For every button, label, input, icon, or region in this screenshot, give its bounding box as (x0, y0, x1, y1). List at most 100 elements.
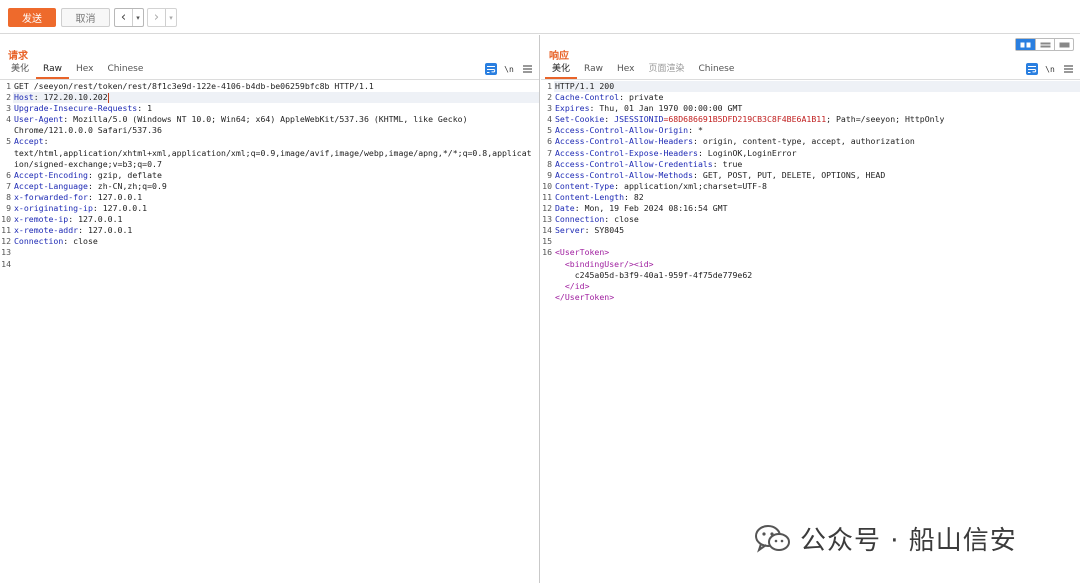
code-line: 3 Upgrade-Insecure-Requests: 1 (0, 103, 539, 114)
tab-pretty[interactable]: 美化 (545, 63, 578, 79)
chevron-right-icon[interactable]: › (148, 9, 165, 26)
wrap-lines-icon[interactable] (1026, 63, 1038, 75)
line-number: 8 (547, 158, 552, 169)
tab-render[interactable]: 页面渲染 (641, 63, 691, 79)
line-content: User-Agent: Mozilla/5.0 (Windows NT 10.0… (13, 114, 539, 125)
menu-icon[interactable] (1062, 63, 1074, 75)
line-content: c245a05d-b3f9-40a1-959f-4f75de779e62 (554, 270, 1080, 281)
code-line: 14 Server: SY8045 (541, 225, 1080, 236)
header-name: Access-Control-Allow-Origin (555, 125, 689, 136)
request-title: 请求 (8, 51, 28, 62)
request-tab-divider (0, 79, 539, 80)
response-panel-icons: \n (1026, 63, 1074, 75)
code-line: 5 Access-Control-Allow-Origin: * (541, 125, 1080, 136)
tab-pretty[interactable]: 美化 (4, 63, 36, 79)
line-number: 10 (542, 180, 552, 191)
code-text: c245a05d-b3f9-40a1-959f-4f75de779e62 (555, 269, 753, 280)
back-nav-group[interactable]: ‹ ▾ (114, 8, 144, 27)
tab-raw[interactable]: Raw (36, 63, 69, 79)
line-number (0, 148, 13, 159)
code-line: 10 Content-Type: application/xml;charset=… (541, 181, 1080, 192)
line-number: 13 (542, 214, 552, 225)
line-content: Date: Mon, 19 Feb 2024 08:16:54 GMT (554, 203, 1080, 214)
line-number: 14 (542, 225, 552, 236)
code-text: : (43, 136, 49, 147)
code-line: <bindingUser/><id> (541, 259, 1080, 270)
line-number: 10 (1, 214, 11, 225)
request-editor[interactable]: 1 GET /seeyon/rest/token/rest/8f1c3e9d-12… (0, 81, 539, 270)
layout-single-icon[interactable] (1054, 39, 1073, 50)
line-number: 12 (542, 203, 552, 214)
line-content: x-remote-addr: 127.0.0.1 (13, 225, 539, 236)
header-name: User-Agent (14, 114, 64, 125)
line-number (541, 270, 554, 281)
header-name: x-remote-ip (14, 214, 69, 225)
code-text: : origin, content-type, accept, authoriz… (693, 136, 915, 147)
line-number: 9 (6, 203, 11, 214)
tab-chinese[interactable]: Chinese (100, 63, 150, 79)
xml-tag: </UserToken> (555, 291, 615, 302)
line-content: GET /seeyon/rest/token/rest/8f1c3e9d-122… (13, 81, 539, 92)
forward-nav-group[interactable]: › ▾ (147, 8, 177, 27)
send-button[interactable]: 发送 (8, 8, 56, 27)
code-text: : Thu, 01 Jan 1970 00:00:00 GMT (589, 103, 743, 114)
code-line: 9 Access-Control-Allow-Methods: GET, POST… (541, 170, 1080, 181)
header-name: Access-Control-Expose-Headers (555, 147, 698, 158)
code-text: Chrome/121.0.0.0 Safari/537.36 (14, 125, 162, 136)
line-content: Accept-Language: zh-CN,zh;q=0.9 (13, 181, 539, 192)
header-name: x-originating-ip (14, 203, 93, 214)
tab-hex[interactable]: Hex (610, 63, 641, 79)
layout-side-by-side-icon[interactable] (1016, 39, 1035, 50)
line-number: 16 (542, 247, 552, 258)
xml-tag: <UserToken> (555, 247, 610, 258)
code-text: JSESSIONID (614, 114, 664, 125)
line-number: 1 (6, 81, 11, 91)
response-title: 响应 (549, 51, 569, 62)
code-line: 7 Accept-Language: zh-CN,zh;q=0.9 (0, 181, 539, 192)
line-content: <UserToken> (554, 247, 1080, 258)
line-content: </id> (554, 281, 1080, 292)
code-text: =68D686691B5DFD219CB3C8F4BE6A1B11 (663, 114, 827, 125)
chevron-left-icon[interactable]: ‹ (115, 9, 132, 26)
line-content: <bindingUser/><id> (554, 259, 1080, 270)
chevron-down-icon[interactable]: ▾ (132, 9, 143, 26)
line-content: Chrome/121.0.0.0 Safari/537.36 (13, 125, 539, 136)
tab-chinese[interactable]: Chinese (691, 63, 741, 79)
code-text: : application/xml;charset=UTF-8 (614, 180, 767, 191)
header-name: Upgrade-Insecure-Requests (14, 103, 138, 114)
code-line: 10 x-remote-ip: 127.0.0.1 (0, 214, 539, 225)
line-number (0, 125, 13, 136)
tab-hex[interactable]: Hex (69, 63, 100, 79)
wrap-lines-icon[interactable] (485, 63, 497, 75)
code-text: : close (604, 214, 639, 225)
cancel-button[interactable]: 取消 (61, 8, 110, 27)
newline-icon[interactable]: \n (1044, 63, 1056, 75)
code-line: 11 Content-Length: 82 (541, 192, 1080, 203)
response-viewer[interactable]: 1 HTTP/1.1 200 2 Cache-Control: private 3 Exp… (541, 81, 1080, 303)
line-content: </UserToken> (554, 292, 1080, 303)
line-number: 15 (542, 236, 552, 247)
code-text: : zh-CN,zh;q=0.9 (87, 180, 167, 191)
tab-raw[interactable]: Raw (577, 63, 610, 79)
xml-tag: </id> (555, 280, 590, 291)
code-text: text/html,application/xhtml+xml,applicat… (14, 147, 532, 158)
line-number: 7 (6, 180, 11, 191)
wechat-logo-icon (754, 524, 792, 554)
line-content: Access-Control-Allow-Origin: * (554, 125, 1080, 136)
line-content: text/html,application/xhtml+xml,applicat… (13, 148, 539, 159)
header-name: x-remote-addr (14, 225, 79, 236)
chevron-down-icon[interactable]: ▾ (165, 9, 176, 26)
header-name: Host (14, 92, 34, 103)
newline-icon[interactable]: \n (503, 63, 515, 75)
code-text: GET /seeyon/rest/token/rest/8f1c3e9d-122… (14, 81, 374, 91)
code-line: 15 (541, 236, 1080, 247)
header-name: Access-Control-Allow-Credentials (555, 158, 713, 169)
code-text: : Mozilla/5.0 (Windows NT 10.0; Win64; x… (63, 114, 468, 125)
code-line: 14 (0, 259, 539, 270)
code-text: : 172.20.10.202 (33, 92, 108, 103)
code-text: : private (619, 92, 664, 103)
header-name: Server (555, 225, 585, 236)
code-line: text/html,application/xhtml+xml,applicat… (0, 148, 539, 159)
layout-stacked-icon[interactable] (1035, 39, 1054, 50)
menu-icon[interactable] (521, 63, 533, 75)
